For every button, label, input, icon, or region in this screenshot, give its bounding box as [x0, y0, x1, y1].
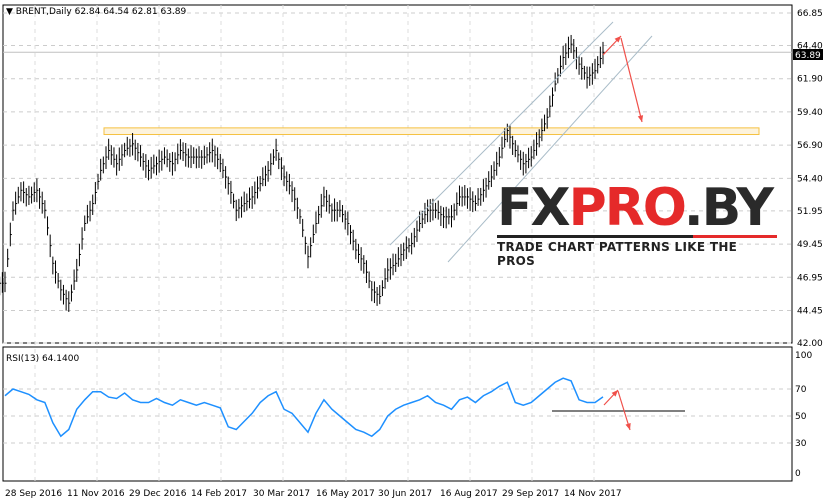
y-tick-label: 56.90: [797, 141, 823, 151]
x-tick-label: 30 Jun 2017: [378, 489, 432, 499]
chart-window: 66.85 64.40 61.90 59.40 56.90 54.40 51.95 49.45…: [0, 0, 831, 504]
x-tick-label: 28 Sep 2016: [5, 489, 62, 499]
x-tick-label: 16 Aug 2017: [440, 489, 498, 499]
resistance-zone: [103, 127, 760, 136]
x-tick-label: 29 Sep 2017: [502, 489, 559, 499]
y-tick-label: 49.45: [797, 240, 823, 250]
logo-text-fx: FX: [497, 178, 571, 238]
x-tick-label: 14 Nov 2017: [564, 489, 622, 499]
price-panel-frame: [2, 4, 793, 344]
y-tick-label: 46.95: [797, 273, 823, 283]
rsi-tick-label: 30: [795, 439, 807, 449]
x-tick-label: 29 Dec 2016: [129, 489, 187, 499]
chart-header: ▼ BRENT,Daily 62.84 64.54 62.81 63.89: [6, 7, 187, 17]
rsi-line: [4, 377, 604, 438]
x-tick-label: 30 Mar 2017: [253, 489, 310, 499]
rsi-tick-label: 100: [795, 351, 812, 361]
rsi-tick-label: 50: [795, 412, 807, 422]
x-tick-label: 14 Feb 2017: [191, 489, 247, 499]
rsi-tick-label: 70: [795, 385, 807, 395]
y-tick-label: 42.00: [797, 339, 823, 349]
rsi-panel-frame: [2, 346, 793, 482]
rsi-tick-label: 0: [795, 469, 801, 479]
y-tick-label: 54.40: [797, 174, 823, 184]
logo-tagline: TRADE CHART PATTERNS LIKE THE PROS: [497, 240, 738, 268]
rsi-arrow-down-head: [625, 423, 631, 430]
x-tick-label: 16 May 2017: [316, 489, 375, 499]
y-tick-label: 61.90: [797, 75, 823, 85]
y-tick-label: 66.85: [797, 9, 823, 19]
logo-text-by: .BY: [683, 178, 774, 238]
y-tick-label: 51.95: [797, 207, 823, 217]
y-tick-label: 59.40: [797, 108, 823, 118]
fxpro-logo: FXPRO.BY TRADE CHART PATTERNS LIKE THE P…: [497, 182, 777, 268]
rsi-label: RSI(13) 64.1400: [6, 354, 79, 364]
logo-text-pro: PRO: [568, 178, 686, 238]
y-tick-label: 44.45: [797, 306, 823, 316]
current-price-label: 63.89: [795, 51, 821, 61]
x-tick-label: 11 Nov 2016: [67, 489, 125, 499]
